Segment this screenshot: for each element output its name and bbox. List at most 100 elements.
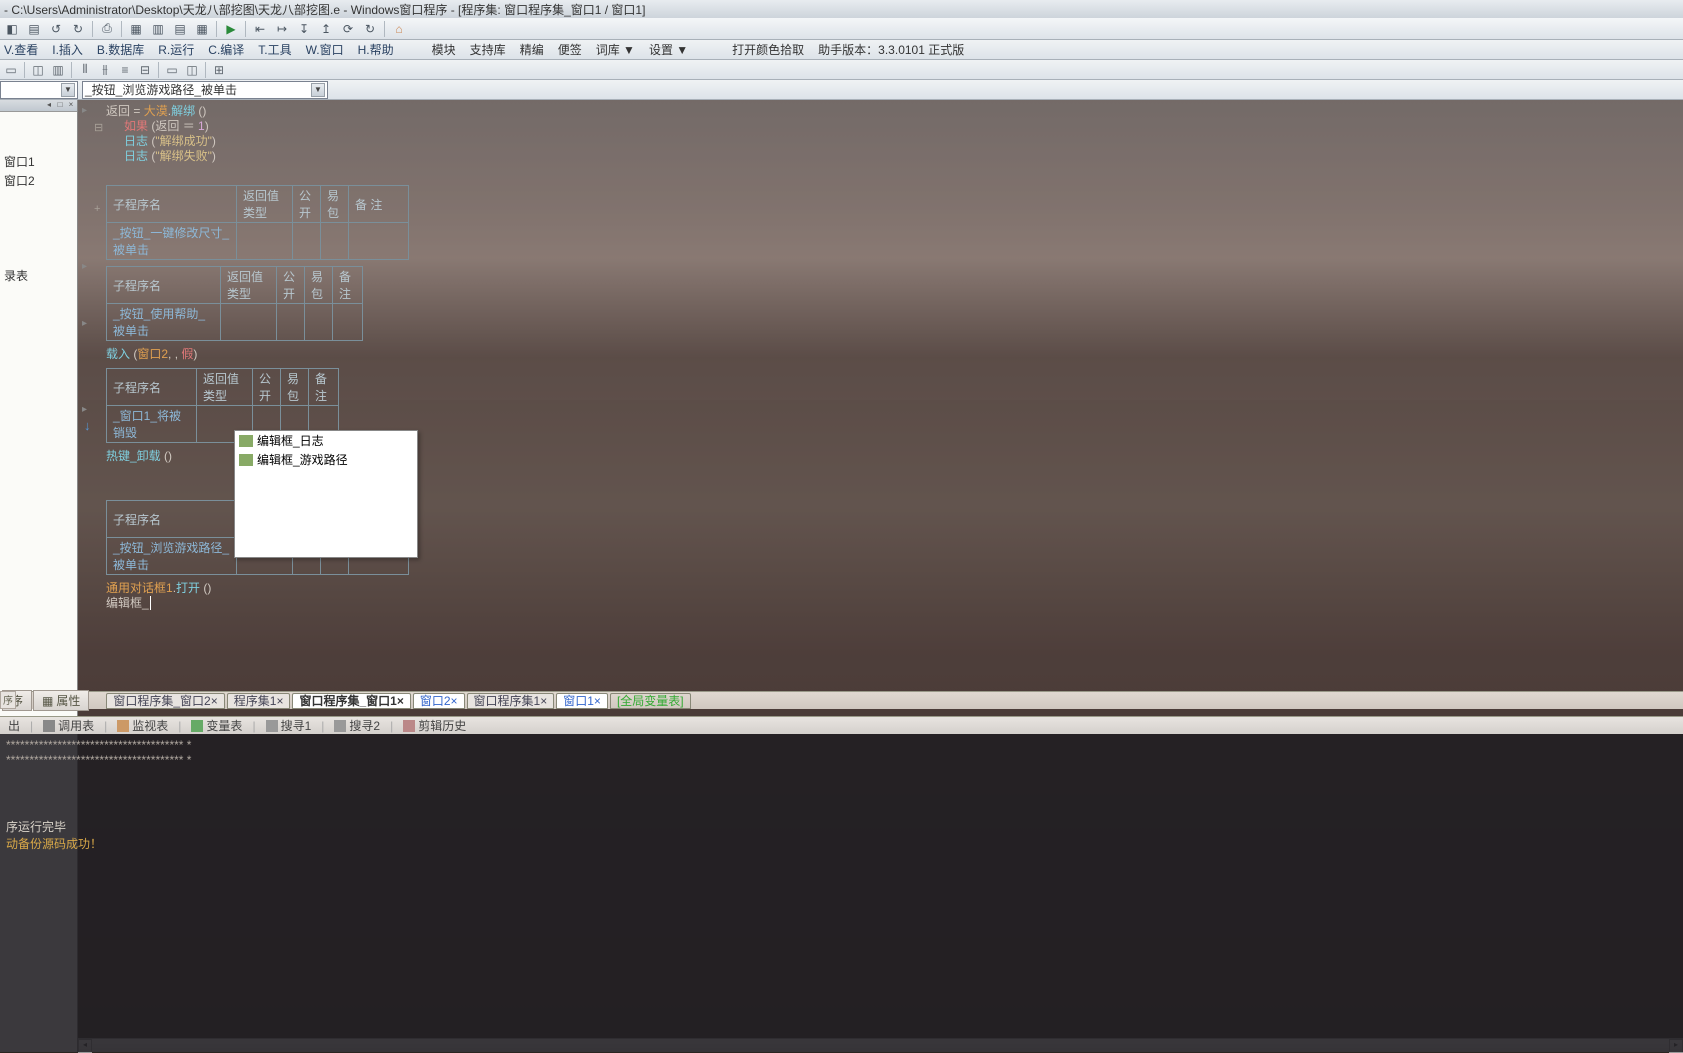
- tab-item[interactable]: 窗口程序集1×: [467, 693, 555, 709]
- fold-icon[interactable]: ▸: [82, 404, 87, 415]
- current-line-arrow: ↓: [84, 418, 91, 433]
- ticon[interactable]: ⫴: [76, 62, 94, 78]
- left-palette: 序: [0, 691, 16, 709]
- home-icon[interactable]: ⌂: [389, 20, 409, 38]
- tab-item[interactable]: 程序集1×: [227, 693, 291, 709]
- menu-support[interactable]: 支持库: [470, 41, 506, 58]
- ticon[interactable]: ▭: [2, 62, 20, 78]
- close-icon[interactable]: ×: [397, 694, 404, 708]
- autocomplete-item[interactable]: 编辑框_日志: [235, 431, 417, 450]
- menu-help[interactable]: H.帮助: [358, 41, 394, 58]
- close-icon[interactable]: ×: [66, 100, 76, 110]
- secondary-toolbar: ▭ ◫ ▥ ⫴ ⫵ ≡ ⊟ ▭ ◫ ⊞: [0, 60, 1683, 80]
- menu-window[interactable]: W.窗口: [306, 41, 344, 58]
- property-icon: [239, 435, 253, 447]
- var-icon: [191, 720, 203, 732]
- menu-setting[interactable]: 设置 ▼: [649, 41, 688, 58]
- output-line: ************************************** *: [6, 753, 1677, 768]
- left-bottom-tabs: 序 ▦属性 窗口程序集_窗口2× 程序集1× 窗口程序集_窗口1× 窗口2× 窗…: [0, 691, 1683, 709]
- output-panel[interactable]: ************************************** *…: [0, 734, 1683, 1052]
- autocomplete-popup[interactable]: 编辑框_日志 编辑框_游戏路径: [234, 430, 418, 558]
- chevron-down-icon[interactable]: ▼: [311, 83, 325, 97]
- tab-item[interactable]: 窗口1×: [556, 693, 608, 709]
- menu-bar: V.查看 I.插入 B.数据库 R.运行 C.编译 T.工具 W.窗口 H.帮助…: [0, 40, 1683, 60]
- ticon[interactable]: ◫: [29, 62, 47, 78]
- bp-tab[interactable]: 变量表: [185, 715, 248, 736]
- bp-tab[interactable]: 出: [2, 715, 26, 736]
- close-icon[interactable]: ×: [540, 694, 547, 708]
- ticon[interactable]: ⊞: [210, 62, 228, 78]
- bp-tab[interactable]: 监视表: [111, 715, 174, 736]
- tool-btn[interactable]: ▦: [192, 20, 212, 38]
- menu-view[interactable]: V.查看: [4, 41, 38, 58]
- pin-icon[interactable]: □: [55, 100, 65, 110]
- combo-value: _按钮_浏览游戏路径_被单击: [85, 81, 311, 98]
- menu-ciku[interactable]: 词库 ▼: [596, 41, 635, 58]
- bp-tab[interactable]: 搜寻2: [328, 715, 386, 736]
- tool-btn[interactable]: ▤: [24, 20, 44, 38]
- watch-icon: [117, 720, 129, 732]
- window-titlebar: - C:\Users\Administrator\Desktop\天龙八部挖图\…: [0, 0, 1683, 18]
- tool-btn[interactable]: ▥: [148, 20, 168, 38]
- tab-global-vars[interactable]: [全局变量表]: [610, 693, 691, 709]
- subroutine-table-1: 子程序名返回值类型公开易包备 注 _按钮_一键修改尺寸_被单击: [106, 185, 409, 260]
- bp-tab[interactable]: 剪辑历史: [397, 715, 472, 736]
- ticon[interactable]: ▭: [163, 62, 181, 78]
- tool-btn[interactable]: ⟳: [338, 20, 358, 38]
- menu-module[interactable]: 模块: [432, 41, 456, 58]
- helper-version: 助手版本：3.3.0101 正式版: [818, 41, 964, 58]
- output-line: ************************************** *: [6, 738, 1677, 753]
- menu-run[interactable]: R.运行: [158, 41, 194, 58]
- property-icon: [239, 454, 253, 466]
- tool-btn[interactable]: ↺: [46, 20, 66, 38]
- tool-btn[interactable]: ↧: [294, 20, 314, 38]
- tool-btn[interactable]: ⎙: [97, 20, 117, 38]
- tree-item-record[interactable]: 录表: [0, 266, 77, 285]
- close-icon[interactable]: ×: [451, 694, 458, 708]
- menu-tools[interactable]: T.工具: [258, 41, 291, 58]
- tool-btn[interactable]: ↻: [360, 20, 380, 38]
- lpal-btn[interactable]: 序: [0, 691, 16, 709]
- grid-icon: ▦: [42, 694, 53, 708]
- tool-btn[interactable]: ▤: [170, 20, 190, 38]
- fold-icon[interactable]: ▸: [82, 318, 87, 329]
- tree-item-win2[interactable]: 窗口2: [0, 171, 77, 190]
- tool-btn[interactable]: ◧: [2, 20, 22, 38]
- tool-btn[interactable]: ↦: [272, 20, 292, 38]
- ticon[interactable]: ⊟: [136, 62, 154, 78]
- bp-tab[interactable]: 搜寻1: [260, 715, 318, 736]
- close-icon[interactable]: ×: [211, 694, 218, 708]
- close-icon[interactable]: ×: [594, 694, 601, 708]
- tool-btn[interactable]: ↻: [68, 20, 88, 38]
- fold-icon[interactable]: ▸: [82, 261, 87, 272]
- bp-tab[interactable]: 调用表: [37, 715, 100, 736]
- main-toolbar: ◧ ▤ ↺ ↻ ⎙ ▦ ▥ ▤ ▦ ▶ ⇤ ↦ ↧ ↥ ⟳ ↻ ⌂: [0, 18, 1683, 40]
- arrow-icon[interactable]: ◂: [44, 100, 54, 110]
- autocomplete-item[interactable]: 编辑框_游戏路径: [235, 450, 417, 469]
- menu-colorpick[interactable]: 打开颜色拾取: [732, 41, 804, 58]
- tab-item[interactable]: 窗口2×: [413, 693, 465, 709]
- tab-item[interactable]: 窗口程序集_窗口2×: [106, 693, 224, 709]
- combo-left[interactable]: ▼: [0, 81, 78, 99]
- ticon[interactable]: ≡: [116, 62, 134, 78]
- ticon[interactable]: ▥: [49, 62, 67, 78]
- ticon[interactable]: ◫: [183, 62, 201, 78]
- menu-bianqian[interactable]: 便签: [558, 41, 582, 58]
- chevron-down-icon[interactable]: ▼: [61, 83, 75, 97]
- ticon[interactable]: ⫵: [96, 62, 114, 78]
- tool-btn[interactable]: ⇤: [250, 20, 270, 38]
- menu-compile[interactable]: C.编译: [208, 41, 244, 58]
- output-msg: 序运行完毕: [6, 818, 1677, 835]
- tree-item-win1[interactable]: 窗口1: [0, 152, 77, 171]
- close-icon[interactable]: ×: [276, 694, 283, 708]
- combo-subroutine[interactable]: _按钮_浏览游戏路径_被单击 ▼: [82, 81, 328, 99]
- tool-btn[interactable]: ↥: [316, 20, 336, 38]
- menu-insert[interactable]: I.插入: [52, 41, 83, 58]
- menu-data[interactable]: B.数据库: [97, 41, 144, 58]
- tool-btn[interactable]: ▦: [126, 20, 146, 38]
- fold-icon[interactable]: ▸: [82, 105, 87, 116]
- menu-jingbian[interactable]: 精编: [520, 41, 544, 58]
- tab-item-active[interactable]: 窗口程序集_窗口1×: [292, 693, 410, 709]
- ltab-item[interactable]: ▦属性: [33, 690, 89, 711]
- run-button[interactable]: ▶: [221, 20, 241, 38]
